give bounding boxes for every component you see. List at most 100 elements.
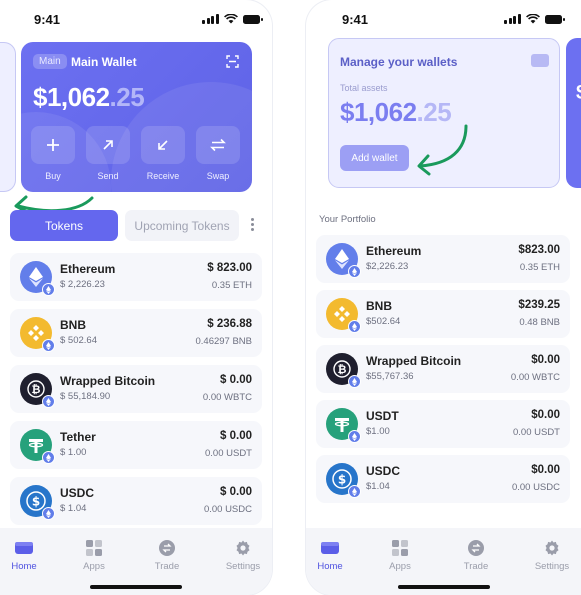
signal-icon	[504, 14, 521, 24]
token-row-usdt[interactable]: USDT $1.00 $0.00 0.00 USDT	[316, 400, 570, 448]
token-row-wrapped-bitcoin[interactable]: ₿ Wrapped Bitcoin $ 55,184.90 $ 0.00 0.00 WB…	[10, 365, 262, 413]
wallet-icon	[15, 542, 33, 554]
token-name: USDC	[366, 464, 401, 478]
token-amount: 0.00 USDC	[511, 482, 560, 493]
main-wallet-card[interactable]: Main Main Wallet $1,062.25 Buy Send Rece…	[21, 42, 252, 192]
token-price: $ 502.64	[60, 335, 97, 346]
trade-icon	[468, 540, 484, 556]
grid-icon	[86, 540, 102, 556]
bitcoin-icon: ₿	[326, 353, 361, 388]
nav-settings[interactable]: Settings	[526, 540, 578, 572]
wallet-balance: $1,062.25	[33, 82, 145, 112]
bitcoin-icon: ₿	[20, 373, 55, 408]
bnb-icon	[326, 298, 361, 333]
token-value: $ 0.00	[220, 486, 252, 498]
token-amount: 0.00 WBTC	[510, 372, 560, 383]
tab-tokens[interactable]: Tokens	[10, 210, 118, 241]
nav-settings[interactable]: Settings	[217, 540, 269, 572]
usdc-icon: $	[20, 485, 55, 520]
arrow-up-right-icon	[103, 140, 113, 150]
buy-button[interactable]: Buy	[31, 126, 75, 181]
swap-button[interactable]: Swap	[196, 126, 240, 181]
wallet-icon	[321, 542, 339, 554]
battery-icon	[544, 14, 565, 24]
nav-apps[interactable]: Apps	[68, 540, 120, 572]
gear-icon	[236, 540, 250, 556]
nav-trade[interactable]: Trade	[141, 540, 193, 572]
token-row-tether[interactable]: Tether $ 1.00 $ 0.00 0.00 USDT	[10, 421, 262, 469]
ethereum-network-icon	[42, 283, 55, 296]
add-wallet-button[interactable]: Add wallet	[340, 145, 409, 171]
token-row-bnb[interactable]: BNB $ 502.64 $ 236.88 0.46297 BNB	[10, 309, 262, 357]
token-price: $ 1.04	[60, 503, 87, 514]
receive-button[interactable]: Receive	[141, 126, 185, 181]
tether-icon	[20, 429, 55, 464]
status-time: 9:41	[34, 12, 61, 27]
token-price: $55,767.36	[366, 371, 414, 382]
next-wallet-card-peek[interactable]: $	[566, 38, 581, 188]
token-price: $ 1.00	[60, 447, 87, 458]
ethereum-network-icon	[348, 375, 361, 388]
plus-icon	[47, 139, 59, 151]
svg-text:$: $	[32, 495, 40, 509]
token-value: $239.25	[518, 299, 560, 311]
token-name: Ethereum	[366, 244, 422, 258]
token-price: $502.64	[366, 316, 401, 327]
gear-icon	[545, 540, 559, 556]
ethereum-network-icon	[42, 395, 55, 408]
send-button[interactable]: Send	[86, 126, 130, 181]
token-price: $2,226.23	[366, 261, 409, 272]
token-amount: 0.00 USDT	[205, 448, 252, 459]
ethereum-network-icon	[348, 320, 361, 333]
token-value: $ 0.00	[220, 430, 252, 442]
token-amount: 0.00 WBTC	[202, 392, 252, 403]
nav-home[interactable]: Home	[306, 540, 356, 572]
token-name: Tether	[60, 430, 96, 444]
scan-icon[interactable]	[226, 55, 239, 68]
token-row-ethereum[interactable]: Ethereum $ 2,226.23 $ 823.00 0.35 ETH	[10, 253, 262, 301]
arrow-down-left-icon	[158, 140, 168, 150]
tab-upcoming-tokens[interactable]: Upcoming Tokens	[125, 210, 239, 241]
more-options-icon[interactable]	[251, 218, 255, 231]
battery-icon	[242, 14, 263, 24]
token-row-usdc[interactable]: $ USDC $ 1.04 $ 0.00 0.00 USDC	[10, 477, 262, 525]
wifi-icon	[223, 14, 238, 24]
usdc-icon: $	[326, 463, 361, 498]
token-price: $1.04	[366, 481, 390, 492]
svg-text:₿: ₿	[338, 363, 347, 376]
wallet-actions: Buy Send Receive Swap	[31, 126, 240, 181]
nav-home[interactable]: Home	[0, 540, 50, 572]
token-amount: 0.48 BNB	[519, 317, 560, 328]
token-price: $1.00	[366, 426, 390, 437]
wifi-icon	[525, 14, 540, 24]
bottom-navigation: Home Apps Trade Settings	[306, 528, 581, 595]
ethereum-network-icon	[348, 430, 361, 443]
tether-icon	[326, 408, 361, 443]
token-value: $ 236.88	[207, 318, 252, 330]
token-name: BNB	[366, 299, 392, 313]
previous-wallet-card-peek[interactable]	[0, 42, 16, 192]
nav-apps[interactable]: Apps	[374, 540, 426, 572]
next-card-currency: $	[576, 82, 581, 105]
nav-trade[interactable]: Trade	[450, 540, 502, 572]
token-name: USDT	[366, 409, 399, 423]
token-row-wrapped-bitcoin[interactable]: ₿ Wrapped Bitcoin $55,767.36 $0.00 0.00 WBTC	[316, 345, 570, 393]
add-wallet-annotation-arrow	[417, 124, 468, 176]
total-assets-label: Total assets	[340, 83, 388, 93]
token-amount: 0.00 USDT	[513, 427, 560, 438]
token-name: USDC	[60, 486, 95, 500]
svg-text:₿: ₿	[32, 383, 41, 396]
ethereum-network-icon	[348, 265, 361, 278]
token-value: $0.00	[531, 409, 560, 421]
token-name: BNB	[60, 318, 86, 332]
token-value: $ 0.00	[220, 374, 252, 386]
token-amount: 0.35 ETH	[211, 280, 252, 291]
token-value: $823.00	[518, 244, 560, 256]
wallet-badge: Main	[33, 54, 67, 69]
signal-icon	[202, 14, 219, 24]
token-row-usdc[interactable]: $ USDC $1.04 $0.00 0.00 USDC	[316, 455, 570, 503]
token-amount: 0.00 USDC	[203, 504, 252, 515]
portfolio-heading: Your Portfolio	[319, 214, 376, 225]
token-row-bnb[interactable]: BNB $502.64 $239.25 0.48 BNB	[316, 290, 570, 338]
token-row-ethereum[interactable]: Ethereum $2,226.23 $823.00 0.35 ETH	[316, 235, 570, 283]
